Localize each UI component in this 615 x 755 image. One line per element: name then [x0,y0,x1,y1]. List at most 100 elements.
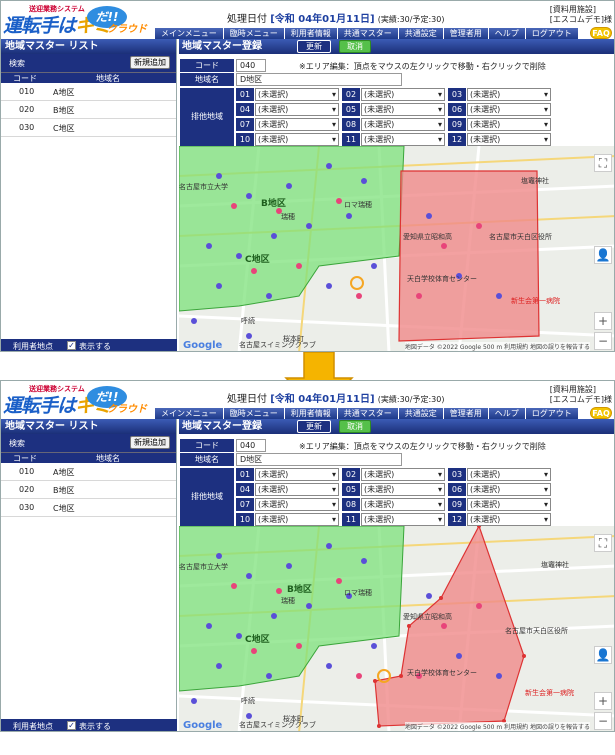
code-row: コード 040 ※エリア編集：頂点をマウスの左クリックで移動・右クリックで削除 [179,59,614,73]
fullscreen-icon[interactable]: ⛶ [594,534,612,552]
show-label: 表示する [79,342,111,351]
slot-select[interactable]: (未選択) [255,133,339,146]
list-header: コード 地域名 [1,452,176,463]
row-name: A地区 [53,468,75,477]
menu-common-settings[interactable]: 共通設定 [398,28,444,39]
slot-select[interactable]: (未選択) [361,133,445,146]
slot-select[interactable]: (未選択) [255,118,339,131]
slot-number: 08 [342,498,360,511]
exclusive-area-label: 排他地域 [180,88,234,146]
menu-logout[interactable]: ログアウト [525,28,579,39]
region-list-title: 地域マスター リスト [1,39,176,54]
menu-temporary[interactable]: 臨時メニュー [223,28,285,39]
slot-select[interactable]: (未選択) [361,118,445,131]
table-row[interactable]: 020 B地区 [1,101,176,119]
slot-select[interactable]: (未選択) [255,103,339,116]
menu-admin[interactable]: 管理者用 [443,408,489,419]
label-university: 名古屋市立大学 [179,183,228,191]
update-button[interactable]: 更新 [297,40,331,53]
slot-select[interactable]: (未選択) [361,103,445,116]
logo-cloud: クラウド [107,404,147,415]
zoom-in-button[interactable]: + [594,312,612,330]
label-yobitsugi: 呼続 [241,317,255,325]
menu-admin[interactable]: 管理者用 [443,28,489,39]
add-new-button[interactable]: 新規追加 [130,56,170,69]
slot-select[interactable]: (未選択) [361,513,445,526]
menu-temporary[interactable]: 臨時メニュー [223,408,285,419]
zoom-out-button[interactable]: − [594,712,612,730]
slot-select[interactable]: (未選択) [467,118,551,131]
zoom-in-button[interactable]: + [594,692,612,710]
code-field[interactable]: 040 [236,439,266,452]
region-list-title: 地域マスター リスト [1,419,176,434]
table-row[interactable]: 010 A地区 [1,463,176,481]
slot-select[interactable]: (未選択) [255,88,339,101]
map-footer[interactable]: 地図データ ©2022 Google 500 m 利用規約 地図の誤りを報告する [404,342,590,351]
add-new-button[interactable]: 新規追加 [130,436,170,449]
cancel-button[interactable]: 取消 [339,420,371,433]
menu-main[interactable]: メインメニュー [155,28,224,39]
pegman-icon[interactable]: 👤 [594,246,612,264]
table-row[interactable]: 010 A地区 [1,83,176,101]
menu-logout[interactable]: ログアウト [525,408,579,419]
row-name: B地区 [53,106,75,115]
slot-select[interactable]: (未選択) [467,498,551,511]
slot-select[interactable]: (未選択) [467,513,551,526]
menu-help[interactable]: ヘルプ [488,28,526,39]
menu-user-info[interactable]: 利用者情報 [284,28,338,39]
table-row[interactable]: 030 C地区 [1,499,176,517]
slot-number: 06 [448,483,466,496]
slot-select[interactable]: (未選択) [255,483,339,496]
code-field[interactable]: 040 [236,59,266,72]
slot-select[interactable]: (未選択) [467,88,551,101]
menu-main[interactable]: メインメニュー [155,408,224,419]
polygon-d-region[interactable] [398,170,540,342]
region-map[interactable]: B地区 C地区 名古屋市立大学 愛知県立昭和高 名古屋市天白区役所 天白学校体育… [179,146,614,351]
table-row[interactable]: 030 C地区 [1,119,176,137]
slot-select[interactable]: (未選択) [361,498,445,511]
update-button[interactable]: 更新 [297,420,331,433]
code-label: コード [180,439,234,452]
map-footer[interactable]: 地図データ ©2022 Google 500 m 利用規約 地図の誤りを報告する [404,722,590,731]
menu-help[interactable]: ヘルプ [488,408,526,419]
menu-user-info[interactable]: 利用者情報 [284,408,338,419]
slot-select[interactable]: (未選択) [255,498,339,511]
slot-select[interactable]: (未選択) [467,483,551,496]
fullscreen-icon[interactable]: ⛶ [594,154,612,172]
slot-select[interactable]: (未選択) [467,133,551,146]
search-label[interactable]: 検索 [9,438,25,449]
row-code: 020 [19,485,35,494]
slot-select[interactable]: (未選択) [361,468,445,481]
slot-select[interactable]: (未選択) [361,88,445,101]
slot-select[interactable]: (未選択) [255,513,339,526]
row-name: B地区 [53,486,75,495]
search-label[interactable]: 検索 [9,58,25,69]
label-romamizuho: ロマ瑞穂 [344,201,372,209]
region-map[interactable]: B地区 C地区 名古屋市立大学 愛知県立昭和高 名古屋市天白区役所 天白学校体育… [179,526,614,731]
label-mizuho: 瑞穂 [281,597,295,605]
slot-number: 09 [448,498,466,511]
zoom-out-button[interactable]: − [594,332,612,350]
show-checkbox[interactable]: ✓ [67,341,76,350]
slot-select[interactable]: (未選択) [467,468,551,481]
slot-select[interactable]: (未選択) [361,483,445,496]
menu-common-settings[interactable]: 共通設定 [398,408,444,419]
show-checkbox[interactable]: ✓ [67,721,76,730]
slot-number: 03 [448,468,466,481]
google-logo: Google [183,720,223,731]
cancel-button[interactable]: 取消 [339,40,371,53]
faq-button[interactable]: FAQ [590,407,612,419]
table-row[interactable]: 020 B地区 [1,481,176,499]
facility-name: [資料用施設] [549,5,596,14]
pegman-icon[interactable]: 👤 [594,646,612,664]
name-field[interactable]: D地区 [236,73,402,86]
faq-button[interactable]: FAQ [590,27,612,39]
slot-select[interactable]: (未選択) [467,103,551,116]
label-sakuramoto: 桜本町 [283,715,304,723]
menu-common-master[interactable]: 共通マスター [337,408,399,419]
slot-select[interactable]: (未選択) [255,468,339,481]
name-field[interactable]: D地区 [236,453,402,466]
search-bar: 検索 新規追加 [1,54,176,72]
label-yobitsugi: 呼続 [241,697,255,705]
menu-common-master[interactable]: 共通マスター [337,28,399,39]
